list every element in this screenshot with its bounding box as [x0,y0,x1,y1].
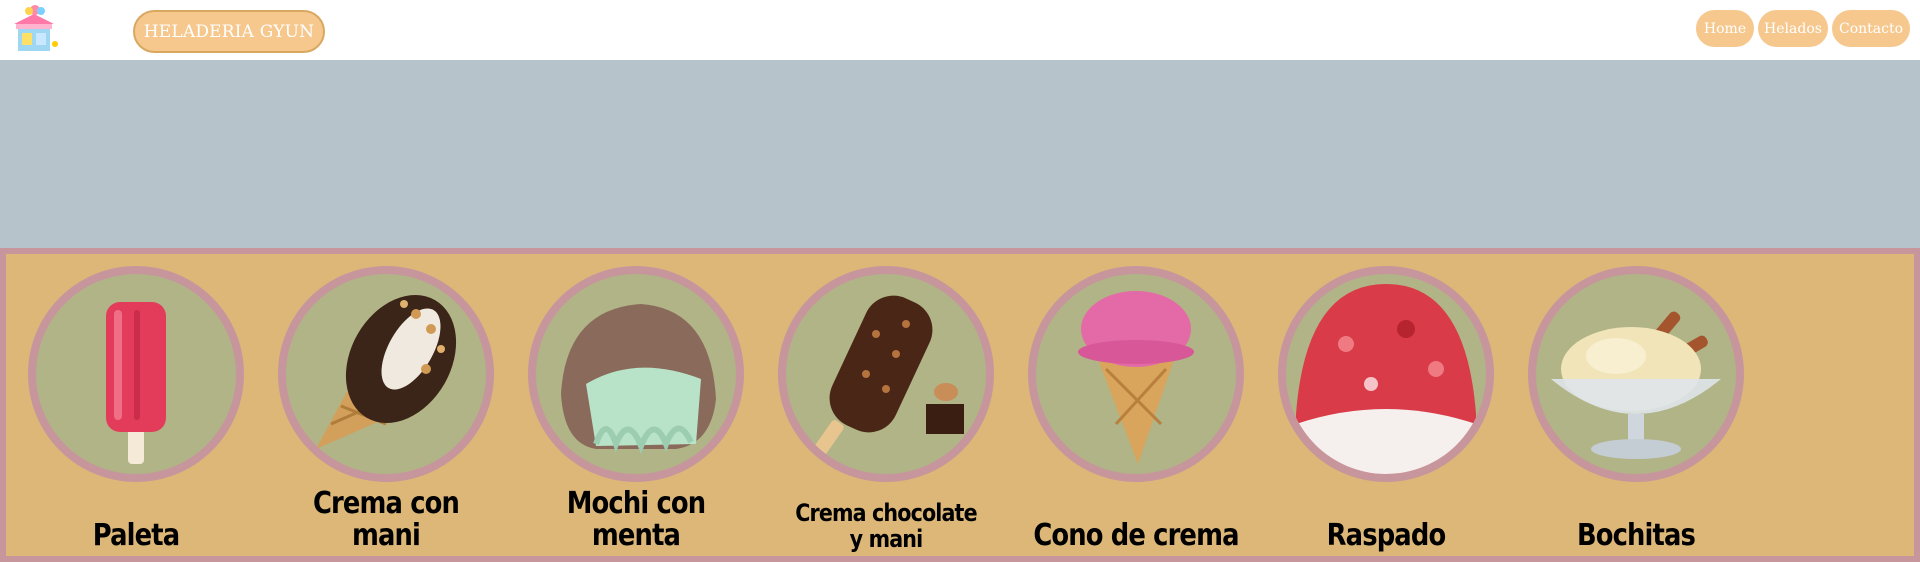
product-label: Raspado [1326,518,1447,553]
product-card-crema-con-mani[interactable]: Crema con mani [261,254,511,556]
product-gallery: Paleta Crema con mani Mochi con menta Cr… [0,248,1920,562]
product-label: Bochitas [1576,518,1696,553]
brand-button[interactable]: HELADERIA GYUN [133,10,325,53]
chocolate-bar-icon[interactable] [778,266,994,482]
product-label: Cono de crema [1033,518,1239,553]
product-card-paleta[interactable]: Paleta [11,254,261,556]
ice-cream-bowl-icon[interactable] [1528,266,1744,482]
popsicle-icon[interactable] [28,266,244,482]
nav-contacto-button[interactable]: Contacto [1832,10,1910,47]
product-label: Paleta [92,518,180,553]
product-card-mochi-con-menta[interactable]: Mochi con menta [511,254,761,556]
product-card-raspado[interactable]: Raspado [1261,254,1511,556]
product-card-bochitas[interactable]: Bochitas [1511,254,1761,556]
mochi-icon[interactable] [528,266,744,482]
product-card-crema-chocolate-y-mani[interactable]: Crema chocolate y mani [761,254,1011,556]
nav-home-button[interactable]: Home [1696,10,1754,47]
product-card-cono-de-crema[interactable]: Cono de crema [1011,254,1261,556]
peanut-cone-icon[interactable] [278,266,494,482]
main-nav: Home Helados Contacto [1696,10,1910,47]
product-label: Crema con mani [312,486,460,553]
hero-banner [0,60,1920,248]
nav-helados-button[interactable]: Helados [1758,10,1828,47]
product-label: Mochi con menta [566,486,706,553]
ice-cream-cone-icon[interactable] [1028,266,1244,482]
shop-logo-icon[interactable] [8,2,60,54]
shaved-ice-icon[interactable] [1278,266,1494,482]
top-bar: HELADERIA GYUN Home Helados Contacto [0,0,1920,60]
product-label: Crema chocolate y mani [795,499,977,553]
